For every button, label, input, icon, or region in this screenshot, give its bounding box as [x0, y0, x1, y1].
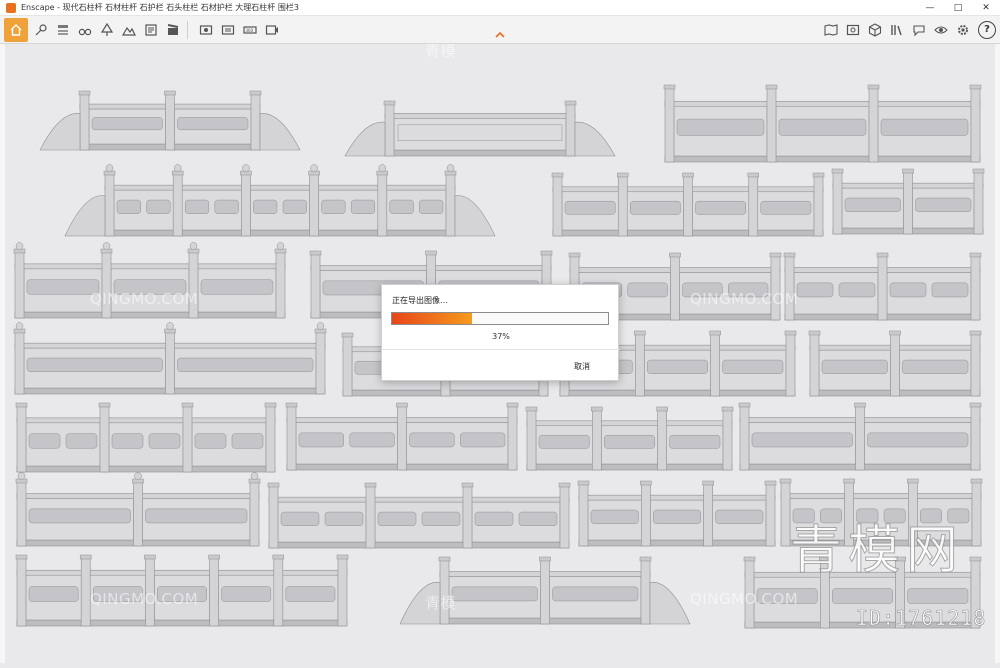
bim-icon [58, 24, 68, 35]
stone-railing [738, 402, 982, 471]
stone-railing [831, 168, 985, 235]
tree-button[interactable] [98, 21, 116, 39]
eye-icon [934, 25, 948, 34]
chat-button[interactable] [910, 21, 928, 39]
cube-icon [868, 22, 882, 37]
svg-text:360: 360 [246, 28, 254, 33]
watermark-id: ID:1761218 [856, 606, 987, 631]
home-button[interactable] [4, 17, 28, 42]
map-icon [824, 23, 838, 36]
toolbar-right-group: ? [818, 20, 996, 39]
video-export-icon [265, 24, 278, 35]
watermark-text: QINGMO.COM [90, 290, 199, 308]
batch-render-icon [221, 24, 235, 35]
stone-railing [15, 472, 261, 547]
video-export-button[interactable] [263, 21, 281, 39]
enscape-logo-icon [6, 2, 16, 13]
binoculars-icon [78, 28, 92, 35]
watermark-text: QINGMO.COM [690, 590, 799, 608]
stone-railing [808, 330, 982, 397]
stone-railing [525, 406, 734, 471]
dialog-title: 正在导出图像… [392, 296, 448, 305]
stone-railing [663, 84, 982, 163]
eye-button[interactable] [932, 21, 950, 39]
export-progress-dialog: 正在导出图像… 37% 取消 [381, 284, 620, 381]
watermark-text: QINGMO.COM [90, 590, 199, 608]
stone-railing [267, 482, 571, 549]
stone-railing [15, 402, 277, 473]
tree-icon [100, 22, 114, 36]
stone-railing [551, 172, 825, 237]
stone-railing [577, 480, 777, 547]
map-button[interactable] [822, 21, 840, 39]
screenshot-button[interactable] [197, 21, 215, 39]
location-pin-icon [35, 23, 47, 35]
progress-fill [392, 313, 472, 324]
stone-railing [39, 90, 301, 151]
cube-button[interactable] [866, 21, 884, 39]
toolbar-separator [187, 20, 188, 39]
window-title: Enscape - 现代石柱杆 石材柱杆 石护栏 石头柱栏 石材护栏 大理石柱杆… [21, 3, 299, 12]
location-pin-button[interactable] [32, 21, 50, 39]
stone-railing [64, 164, 496, 237]
mountain-button[interactable] [120, 21, 138, 39]
screenshot-icon [199, 24, 213, 35]
watermark-cn-text: 青模 [425, 44, 457, 60]
settings-button[interactable] [954, 21, 972, 39]
settings-icon [958, 24, 968, 35]
watermark-text: QINGMO.COM [690, 290, 799, 308]
clapper-icon [167, 23, 179, 35]
collapse-toolbar-chevron-icon[interactable] [494, 30, 506, 40]
stone-railing [783, 252, 982, 321]
title-bar: Enscape - 现代石柱杆 石材柱杆 石护栏 石头柱栏 石材护栏 大理石柱杆… [0, 0, 1000, 16]
close-button[interactable]: ✕ [972, 0, 1000, 16]
window-controls: — □ ✕ [916, 0, 1000, 16]
stone-railing [344, 100, 616, 157]
binoculars-button[interactable] [76, 21, 94, 39]
chat-icon [913, 24, 925, 36]
library-button[interactable] [888, 21, 906, 39]
right-border [995, 44, 1000, 663]
minimize-button[interactable]: — [916, 0, 944, 16]
dialog-divider [382, 349, 620, 350]
bottom-border [0, 663, 1000, 668]
clapper-button[interactable] [164, 21, 182, 39]
home-icon [10, 23, 22, 36]
layers-button[interactable] [142, 21, 160, 39]
cancel-button[interactable]: 取消 [574, 361, 590, 372]
stone-railing [399, 556, 691, 625]
render-view-icon [846, 24, 860, 35]
watermark-cn-text: 青模 [425, 594, 457, 612]
layers-icon [145, 23, 157, 36]
bim-button[interactable] [54, 21, 72, 39]
stone-railing [285, 402, 519, 471]
library-icon [891, 24, 902, 35]
stone-railing [13, 322, 327, 395]
progress-percent-label: 37% [492, 332, 510, 341]
maximize-button[interactable]: □ [944, 0, 972, 16]
mountain-icon [122, 26, 136, 36]
export-progress-bar [391, 312, 609, 325]
help-button[interactable]: ? [978, 20, 996, 39]
batch-render-button[interactable] [219, 21, 237, 39]
render-view-button[interactable] [844, 21, 862, 39]
panorama-icon: 360 [243, 25, 257, 34]
panorama-button[interactable]: 360 [241, 21, 259, 39]
watermark-logo-text: 青模网 [789, 521, 965, 582]
